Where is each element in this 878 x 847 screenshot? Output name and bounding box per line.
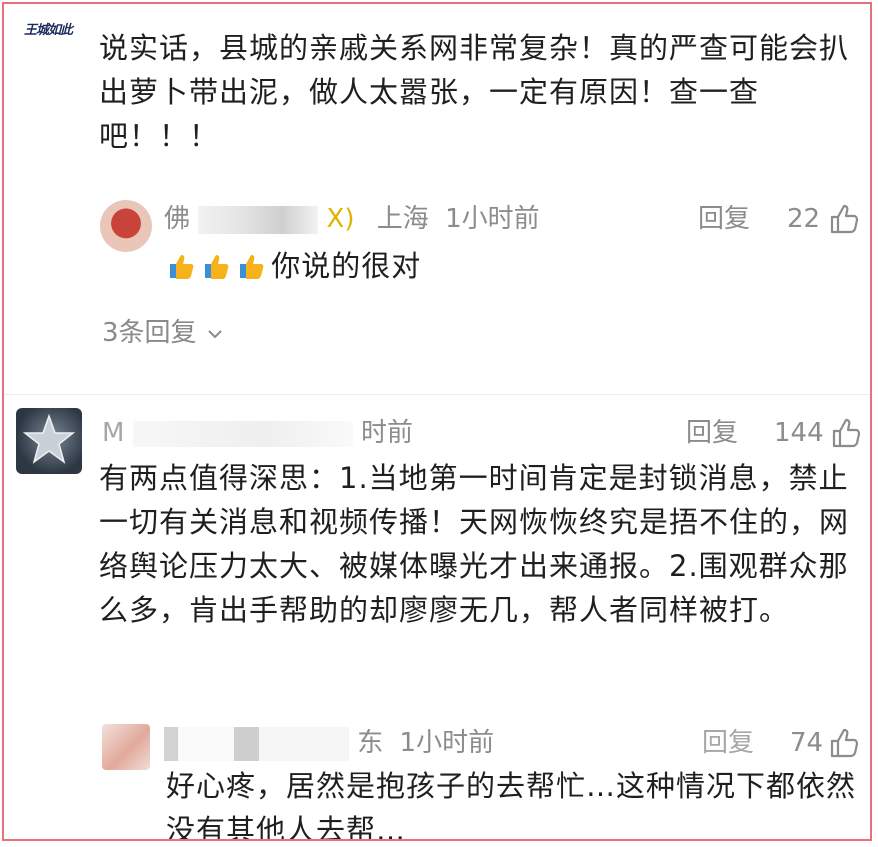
reply-meta: 佛 X) 上海 1小时前 [164,202,864,236]
reply-button[interactable]: 回复 [686,416,738,450]
author-name[interactable]: M [102,418,124,448]
reply-time: 1小时前 [445,204,540,234]
more-replies-link[interactable]: 3条回复 [102,316,225,350]
like-thumb-icon[interactable] [826,202,860,236]
reply-text: 好心疼，居然是抱孩子的去帮忙…这种情况下都依然没有其他人去帮… [166,769,857,841]
like-count: 22 [787,204,821,234]
blurred-name [164,726,349,761]
reply-avatar[interactable] [100,200,152,252]
screenshot-frame: 王城如此 说实话，县城的亲戚关系网非常复杂！真的严查可能会扒出萝卜带出泥，做人太… [2,2,872,841]
thumbs-up-emoji-icon [170,255,194,279]
reply-button[interactable]: 回复 [702,726,754,760]
divider [4,394,870,395]
reply-author-name-tail: X) [326,204,355,234]
like-count: 74 [790,728,824,758]
comment-1: 王城如此 说实话，县城的亲戚关系网非常复杂！真的严查可能会扒出萝卜带出泥，做人太… [4,4,870,384]
reply-author-name[interactable]: 佛 [164,204,190,234]
comment-time: 时前 [360,418,413,448]
reply-button[interactable]: 回复 [698,202,750,236]
avatar-logo-text: 王城如此 [24,23,73,38]
like-thumb-icon[interactable] [826,726,860,760]
reply-avatar[interactable] [102,724,150,770]
blurred-name [132,420,353,447]
chevron-down-icon [208,329,222,338]
reply-text: 你说的很对 [271,249,422,283]
more-replies-label: 3条回复 [102,318,197,348]
avatar-logo[interactable]: 王城如此 [24,16,80,46]
thumbs-up-emoji-icon [240,255,264,279]
comment-meta: M 时前 [102,416,622,450]
comment-text: 说实话，县城的亲戚关系网非常复杂！真的严查可能会扒出萝卜带出泥，做人太嚣张，一定… [99,31,850,153]
reply-text-row: 你说的很对 [166,244,766,288]
star-icon [22,413,76,464]
comment-2: M 时前 回复 144 有两点值得深思：1.当地第一时间肯定是封锁消息，禁止一切… [4,396,870,841]
reply-location: 东 [357,728,384,758]
reply-time: 1小时前 [399,728,495,758]
reply-meta: 东 1小时前 [164,726,684,761]
comment-text: 有两点值得深思：1.当地第一时间肯定是封锁消息，禁止一切有关消息和视频传播！天网… [99,461,850,627]
like-count: 144 [774,418,824,448]
avatar-star[interactable] [16,408,82,474]
like-thumb-icon[interactable] [828,416,862,450]
reply-location: 上海 [376,204,429,234]
thumbs-up-emoji-icon [205,255,229,279]
blurred-name [198,205,319,234]
